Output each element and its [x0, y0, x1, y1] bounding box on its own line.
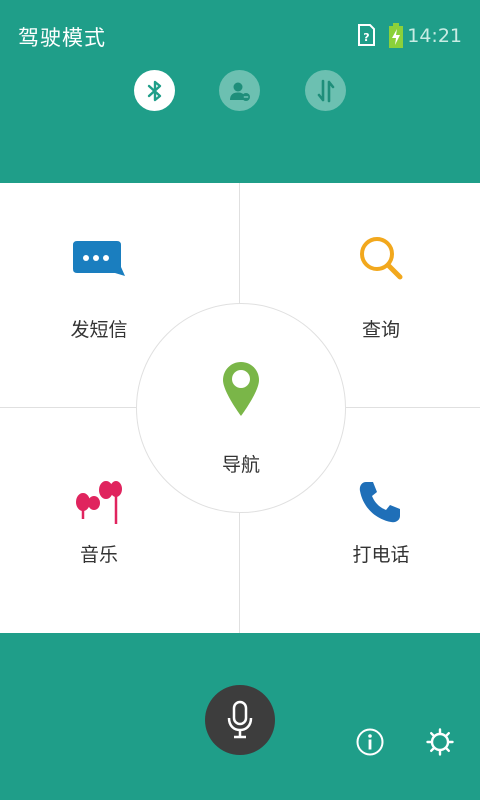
message-bubble-icon — [73, 241, 125, 276]
phone-icon — [359, 482, 400, 523]
music-label: 音乐 — [79, 544, 118, 566]
data-toggle[interactable] — [305, 70, 346, 111]
bluetooth-toggle[interactable] — [134, 70, 175, 111]
data-transfer-icon — [317, 79, 334, 102]
search-icon — [360, 237, 403, 280]
contact-block-icon — [229, 82, 250, 101]
app-title: 驾驶模式 — [18, 26, 106, 50]
top-header: 驾驶模式 ? 14:21 — [0, 0, 480, 183]
battery-icon — [389, 23, 403, 48]
location-pin-icon — [223, 362, 259, 416]
voice-input-button[interactable] — [205, 685, 275, 755]
microphone-icon — [227, 700, 253, 739]
bluetooth-icon — [147, 80, 161, 101]
status-time: 14:21 — [407, 25, 462, 47]
sim-card-icon: ? — [358, 24, 375, 46]
bottom-bar — [0, 633, 480, 800]
navigation-button[interactable]: 导航 — [136, 303, 346, 513]
svg-text:?: ? — [363, 31, 369, 44]
info-icon[interactable] — [355, 727, 385, 757]
navigation-label: 导航 — [221, 454, 260, 476]
gear-icon[interactable] — [425, 727, 455, 757]
earphones-icon — [76, 481, 122, 524]
contact-toggle[interactable] — [219, 70, 260, 111]
call-label: 打电话 — [352, 544, 410, 566]
feature-grid: 发短信 查询 音乐 打电话 导航 — [0, 183, 480, 633]
